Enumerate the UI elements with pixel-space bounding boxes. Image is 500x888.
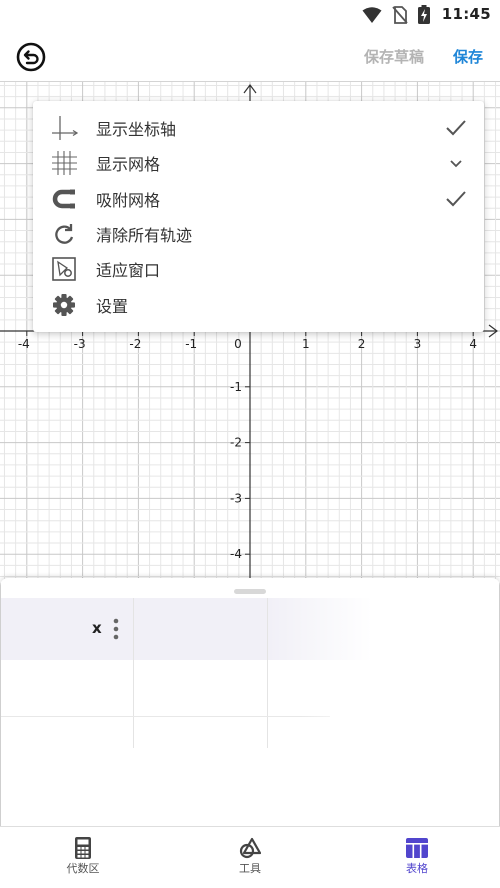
- nav-tab-label: 表格: [406, 862, 428, 875]
- checkmark-icon: [446, 120, 466, 136]
- cells-fade: [300, 660, 500, 760]
- no-sim-icon: [392, 5, 408, 24]
- menu-item-label: 显示坐标轴: [96, 120, 177, 139]
- nav-tab-label: 工具: [239, 862, 261, 875]
- save-draft-button[interactable]: 保存草稿: [364, 46, 424, 67]
- checkmark-icon: [446, 191, 466, 207]
- menu-item-show-axes[interactable]: 显示坐标轴: [33, 110, 484, 145]
- app-root: 11:45 保存草稿 保存 -4 -3 -2 -1 0 1 2 3 4 -1 -2 -3 -4 显示坐标…: [0, 0, 500, 888]
- menu-item-label: 适应窗口: [96, 261, 161, 280]
- menu-item-zoom-to-fit[interactable]: 适应窗口: [33, 251, 484, 286]
- undo-icon[interactable]: [14, 40, 48, 74]
- more-vert-icon[interactable]: [112, 618, 120, 640]
- x-tick-label: -1: [185, 337, 197, 351]
- x-tick-label: -3: [74, 337, 86, 351]
- chevron-down-icon[interactable]: [445, 153, 467, 173]
- y-tick-label: -1: [230, 380, 242, 394]
- header-fade: [268, 598, 500, 660]
- x-tick-label: 2: [358, 337, 366, 351]
- gear-icon: [53, 294, 75, 316]
- menu-item-clear-traces[interactable]: 清除所有轨迹: [33, 216, 484, 251]
- table-sheet: x: [0, 578, 500, 826]
- row-divider: [0, 716, 330, 717]
- status-time: 11:45: [441, 5, 491, 23]
- wifi-icon: [362, 6, 382, 23]
- menu-item-label: 显示网格: [96, 155, 161, 174]
- nav-tab-table[interactable]: 表格: [334, 827, 500, 888]
- x-tick-label: 4: [469, 337, 477, 351]
- calculator-icon: [75, 837, 91, 859]
- column-divider: [133, 598, 134, 748]
- menu-item-snap-to-grid[interactable]: 吸附网格: [33, 181, 484, 216]
- graphics-settings-menu: 显示坐标轴 显示网格 吸附网格 清除所有轨迹 适应窗口 设置: [33, 101, 484, 332]
- axes-icon: [52, 116, 78, 140]
- y-tick-label: -4: [230, 547, 242, 561]
- x-tick-label: 1: [302, 337, 310, 351]
- menu-item-settings[interactable]: 设置: [33, 287, 484, 322]
- zoom-to-fit-icon: [52, 257, 76, 281]
- sheet-drag-handle[interactable]: [234, 589, 266, 594]
- menu-item-show-grid[interactable]: 显示网格: [33, 145, 484, 180]
- magnet-icon: [52, 189, 75, 209]
- sheet-border: [0, 578, 1, 826]
- battery-charging-icon: [418, 5, 430, 24]
- save-button[interactable]: 保存: [453, 46, 483, 67]
- bottom-navigation: 代数区 工具 表格: [0, 826, 500, 888]
- status-bar: 11:45: [0, 0, 500, 30]
- refresh-icon: [55, 224, 74, 244]
- column-header-x: x: [92, 619, 102, 637]
- x-tick-label: -2: [129, 337, 141, 351]
- tools-icon: [239, 837, 261, 859]
- x-tick-label: 0: [234, 337, 242, 351]
- x-tick-label: 3: [414, 337, 422, 351]
- menu-item-label: 设置: [96, 297, 129, 316]
- menu-item-label: 清除所有轨迹: [96, 226, 193, 245]
- nav-tab-tools[interactable]: 工具: [167, 827, 333, 888]
- grid-icon: [52, 151, 77, 175]
- nav-tab-label: 代数区: [66, 862, 100, 875]
- menu-item-label: 吸附网格: [96, 191, 161, 210]
- nav-tab-algebra[interactable]: 代数区: [0, 827, 166, 888]
- y-tick-label: -2: [230, 436, 242, 450]
- table-icon: [406, 838, 428, 858]
- status-icons: [362, 5, 430, 24]
- app-toolbar: 保存草稿 保存: [0, 30, 500, 82]
- y-tick-label: -3: [230, 491, 242, 505]
- x-tick-label: -4: [18, 337, 30, 351]
